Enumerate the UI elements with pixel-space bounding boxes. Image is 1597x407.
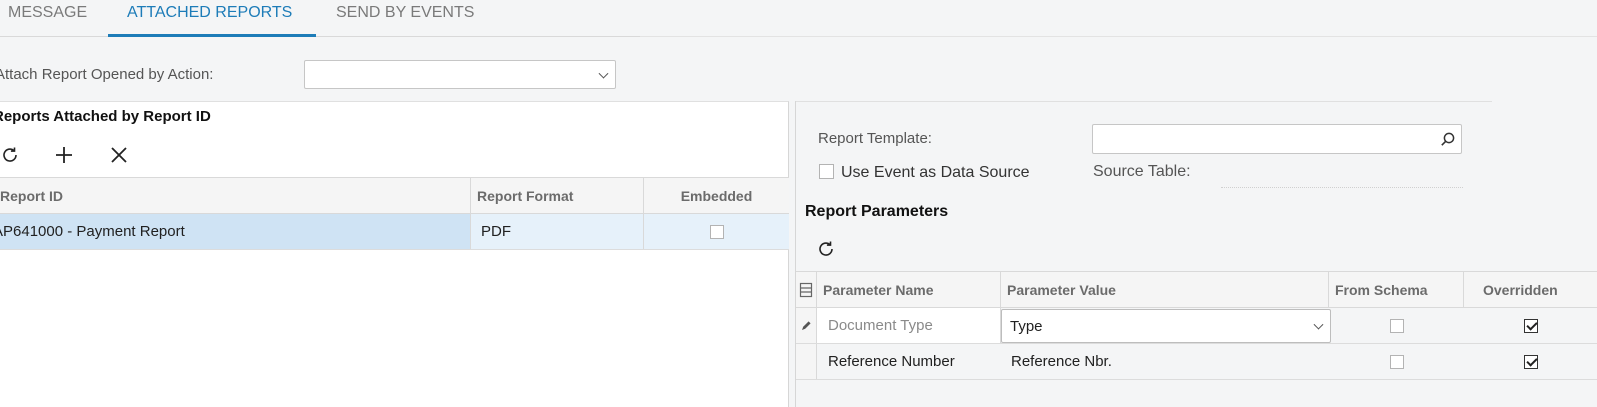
reports-grid-header: Report ID Report Format Embedded <box>0 177 789 214</box>
use-event-checkbox[interactable] <box>819 164 834 179</box>
overridden-checkbox[interactable] <box>1524 318 1538 333</box>
from-schema-checkbox[interactable] <box>1389 318 1404 333</box>
overridden-cell[interactable] <box>1464 308 1597 343</box>
from-schema-checkbox[interactable] <box>1389 354 1404 369</box>
from-schema-cell[interactable] <box>1329 308 1464 343</box>
chevron-down-icon[interactable] <box>598 68 609 79</box>
col-report-id[interactable]: Report ID <box>0 178 471 213</box>
pencil-icon <box>796 308 817 343</box>
report-parameters-title: Report Parameters <box>805 203 949 220</box>
tab-message[interactable]: MESSAGE <box>8 0 87 37</box>
close-icon[interactable] <box>110 146 128 169</box>
table-row[interactable]: Document Type Type <box>796 308 1597 344</box>
report-template-input[interactable] <box>1092 124 1462 154</box>
tab-bar: MESSAGE ATTACHED REPORTS SEND BY EVENTS <box>0 0 640 37</box>
report-template-label: Report Template: <box>818 130 932 147</box>
col-report-format[interactable]: Report Format <box>471 178 644 213</box>
source-table-label: Source Table: <box>1093 163 1191 180</box>
col-parameter-name[interactable]: Parameter Name <box>817 272 1001 307</box>
parameter-value-text: Type <box>1010 317 1043 335</box>
source-table-value <box>1221 187 1463 188</box>
refresh-icon[interactable] <box>0 145 20 170</box>
use-event-label: Use Event as Data Source <box>841 164 1030 181</box>
parameter-value-cell[interactable]: Type <box>1001 308 1331 343</box>
overridden-cell[interactable] <box>1464 344 1597 379</box>
report-parameters-panel: Report Template: Use Event as Data Sourc… <box>795 101 1597 407</box>
table-row[interactable]: Reference Number Reference Nbr. <box>796 344 1597 380</box>
reports-attached-title: Reports Attached by Report ID <box>0 108 211 125</box>
report-id-value: AP641000 - Payment Report <box>0 223 185 240</box>
parameter-value-select[interactable]: Type <box>1001 309 1331 343</box>
table-row[interactable]: AP641000 - Payment Report PDF <box>0 214 789 250</box>
plus-icon[interactable] <box>54 145 74 170</box>
embedded-cell[interactable] <box>644 214 789 249</box>
tab-attached-reports[interactable]: ATTACHED REPORTS <box>108 0 316 37</box>
report-id-cell[interactable]: AP641000 - Payment Report <box>0 214 471 249</box>
parameter-name-cell[interactable]: Reference Number <box>817 344 1001 379</box>
parameter-name-cell[interactable]: Document Type <box>817 308 1001 343</box>
col-embedded[interactable]: Embedded <box>644 178 789 213</box>
parameter-value-cell[interactable]: Reference Nbr. <box>1001 344 1329 379</box>
col-overridden[interactable]: Overridden <box>1464 272 1597 307</box>
refresh-icon[interactable] <box>816 239 836 264</box>
attach-action-select[interactable] <box>304 60 616 89</box>
overridden-checkbox[interactable] <box>1524 354 1538 369</box>
attach-action-label: Attach Report Opened by Action: <box>0 66 214 83</box>
column-settings-icon[interactable] <box>796 272 817 307</box>
col-from-schema[interactable]: From Schema <box>1329 272 1464 307</box>
embedded-checkbox[interactable] <box>709 224 724 239</box>
report-format-cell[interactable]: PDF <box>471 214 644 249</box>
reports-attached-panel: Reports Attached by Report ID Report ID … <box>0 101 789 407</box>
search-icon[interactable] <box>1440 131 1456 152</box>
parameters-grid-header: Parameter Name Parameter Value From Sche… <box>796 271 1597 308</box>
chevron-down-icon[interactable] <box>1313 319 1324 330</box>
row-selector[interactable] <box>796 344 817 379</box>
tab-divider <box>640 36 1597 37</box>
from-schema-cell[interactable] <box>1329 344 1464 379</box>
col-parameter-value[interactable]: Parameter Value <box>1001 272 1329 307</box>
tab-send-by-events[interactable]: SEND BY EVENTS <box>336 0 474 37</box>
